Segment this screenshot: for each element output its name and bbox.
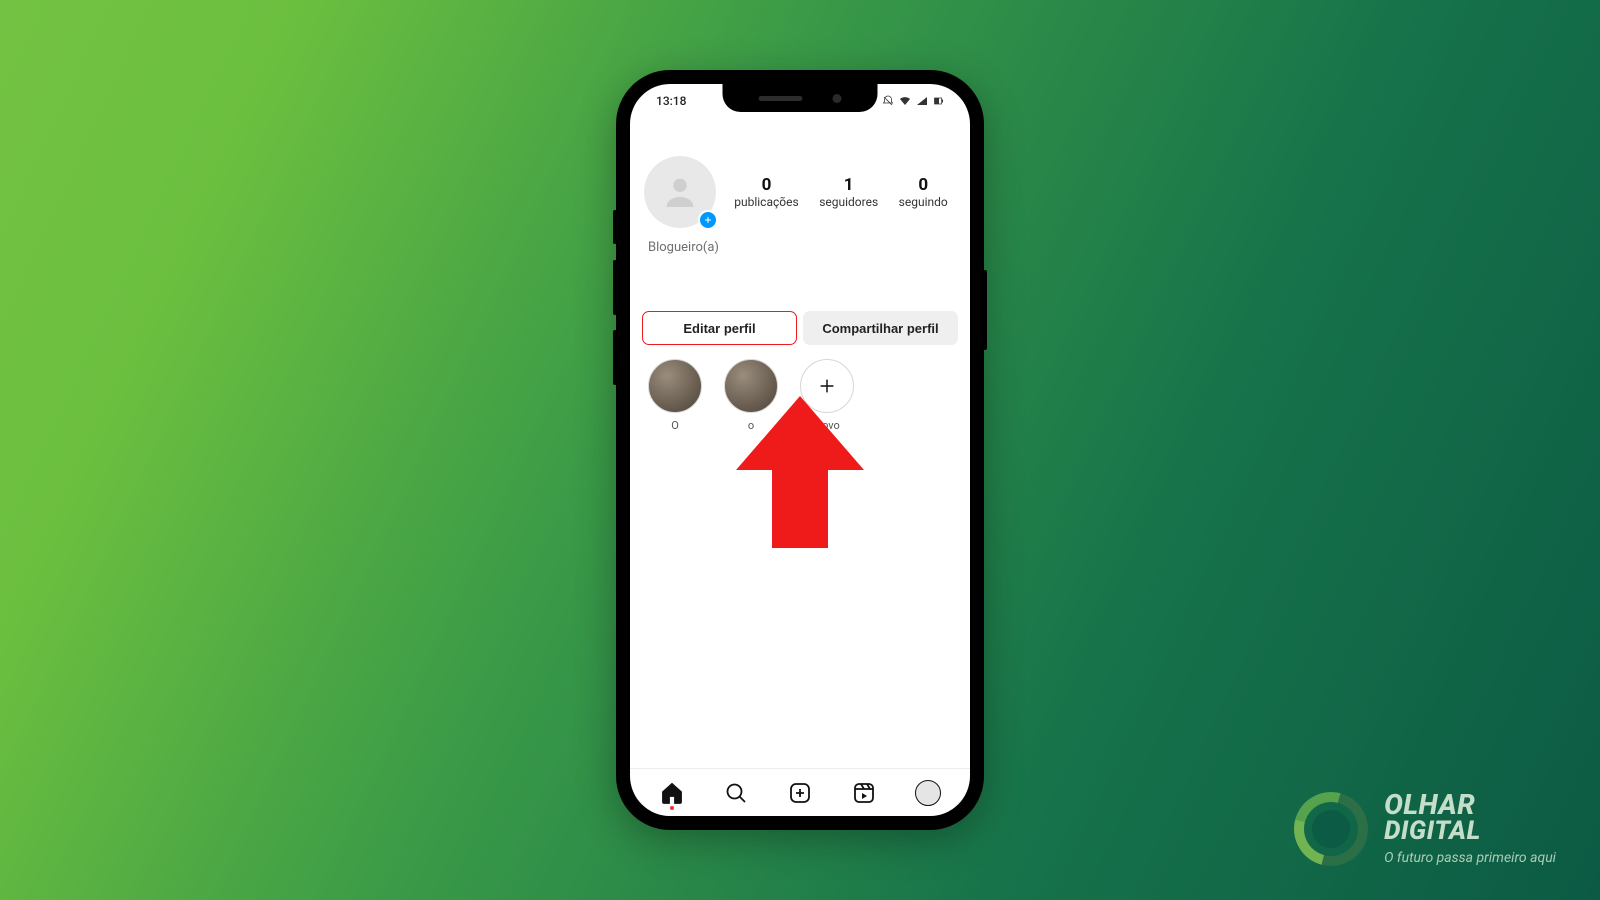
share-profile-button[interactable]: Compartilhar perfil [803, 311, 958, 345]
tab-home[interactable] [657, 778, 687, 808]
brand-tagline: O futuro passa primeiro aqui [1384, 850, 1556, 866]
add-story-badge[interactable] [698, 210, 718, 230]
stat-posts[interactable]: 0 publicações [734, 175, 798, 209]
brand-name-line1: OLHAR [1384, 792, 1556, 819]
tab-reels[interactable] [849, 778, 879, 808]
tab-profile[interactable] [913, 778, 943, 808]
home-icon [660, 781, 684, 805]
phone-notch [723, 84, 878, 112]
status-icons [881, 95, 946, 107]
signal-icon [915, 95, 929, 107]
highlight-item[interactable]: o [722, 359, 780, 432]
new-highlight-button[interactable]: Novo [798, 359, 856, 432]
profile-stats: 0 publicações 1 seguidores 0 seguindo [724, 175, 958, 209]
brand-name-line2: DIGITAL [1384, 819, 1556, 844]
edit-profile-button[interactable]: Editar perfil [642, 311, 797, 345]
search-icon [724, 781, 748, 805]
brand-watermark: OLHAR DIGITAL O futuro passa primeiro aq… [1294, 792, 1556, 866]
story-highlights: O o Novo [642, 359, 958, 432]
tutorial-slide: 13:18 [0, 0, 1600, 900]
phone-mockup: 13:18 [616, 70, 984, 830]
plus-icon [703, 215, 713, 225]
plus-icon [816, 375, 838, 397]
stat-following[interactable]: 0 seguindo [899, 175, 948, 209]
battery-icon [932, 95, 946, 107]
profile-avatar[interactable] [644, 156, 716, 228]
highlight-item[interactable]: O [646, 359, 704, 432]
profile-screen: 0 publicações 1 seguidores 0 seguindo [630, 114, 970, 768]
dnd-icon [881, 95, 895, 107]
brand-logo-icon [1281, 778, 1382, 879]
highlight-thumb [724, 359, 778, 413]
bottom-tab-bar [630, 768, 970, 816]
highlight-thumb [648, 359, 702, 413]
profile-bio: Blogueiro(a) [648, 240, 958, 255]
wifi-icon [898, 95, 912, 107]
profile-avatar-icon [915, 780, 941, 806]
tab-create[interactable] [785, 778, 815, 808]
status-time: 13:18 [656, 94, 686, 108]
reels-icon [852, 781, 876, 805]
tab-search[interactable] [721, 778, 751, 808]
notification-dot-icon [670, 806, 674, 810]
person-icon [660, 172, 700, 212]
phone-screen: 13:18 [630, 84, 970, 816]
create-post-icon [788, 781, 812, 805]
stat-followers[interactable]: 1 seguidores [819, 175, 878, 209]
